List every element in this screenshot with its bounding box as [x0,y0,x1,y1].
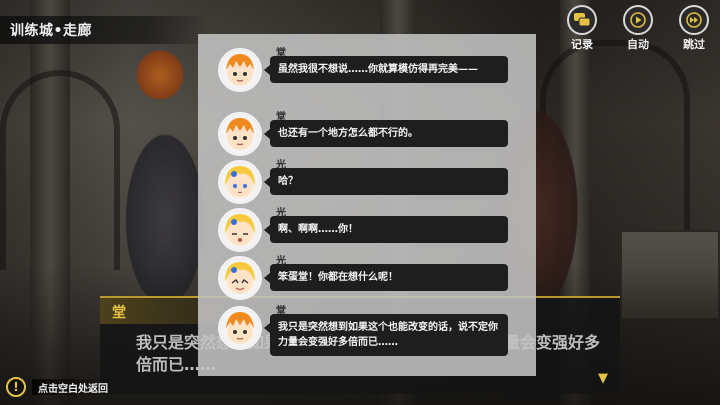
avatar-hikari [218,208,262,252]
auto-button[interactable]: 自动 [616,5,660,52]
chevron-down-icon: ▼ [598,371,608,386]
top-controls: 记录 自动 跳过 [560,5,716,52]
log-icon [567,5,597,35]
log-button[interactable]: 记录 [560,5,604,52]
avatar-hikari [218,256,262,300]
log-entry: 光 啊、啊啊……你！ [198,204,536,256]
skip-button[interactable]: 跳过 [672,5,716,52]
return-hint: ! 点击空白处返回 [6,376,118,398]
avatar-dou [218,306,262,350]
avatar-dou [218,48,262,92]
skip-button-label: 跳过 [683,38,705,51]
log-entry: 光 笨蛋堂！你都在想什么呢！ [198,252,536,304]
log-message: 啊、啊啊……你！ [264,216,508,243]
log-entry: 堂 虽然我很不想说……你就算模仿得再完美—— [198,44,536,96]
auto-button-label: 自动 [627,38,649,51]
log-entry: 堂 我只是突然想到如果这个也能改变的话，说不定你力量会变强好多倍而已…… [198,302,536,356]
log-message: 也还有一个地方怎么都不行的。 [264,120,508,147]
log-message: 哈？ [264,168,508,195]
avatar-hikari [218,160,262,204]
skip-icon [679,5,709,35]
dialogue-log-panel[interactable]: 堂 虽然我很不想说……你就算模仿得再完美—— 堂 也还有一个地方怎么都不行的。 [198,34,536,376]
avatar-dou [218,112,262,156]
location-title: 训练城•走廊 [0,16,210,44]
alert-icon: ! [6,377,26,397]
log-message: 虽然我很不想说……你就算模仿得再完美—— [264,56,508,83]
log-entry: 光 哈？ [198,156,536,208]
log-button-label: 记录 [571,38,593,51]
return-hint-text: 点击空白处返回 [38,383,108,395]
log-message: 我只是突然想到如果这个也能改变的话，说不定你力量会变强好多倍而已…… [264,314,508,356]
auto-play-icon [623,5,653,35]
dialogue-speaker: 堂 [112,305,126,321]
log-message: 笨蛋堂！你都在想什么呢！ [264,264,508,291]
log-entry: 堂 也还有一个地方怎么都不行的。 [198,108,536,160]
